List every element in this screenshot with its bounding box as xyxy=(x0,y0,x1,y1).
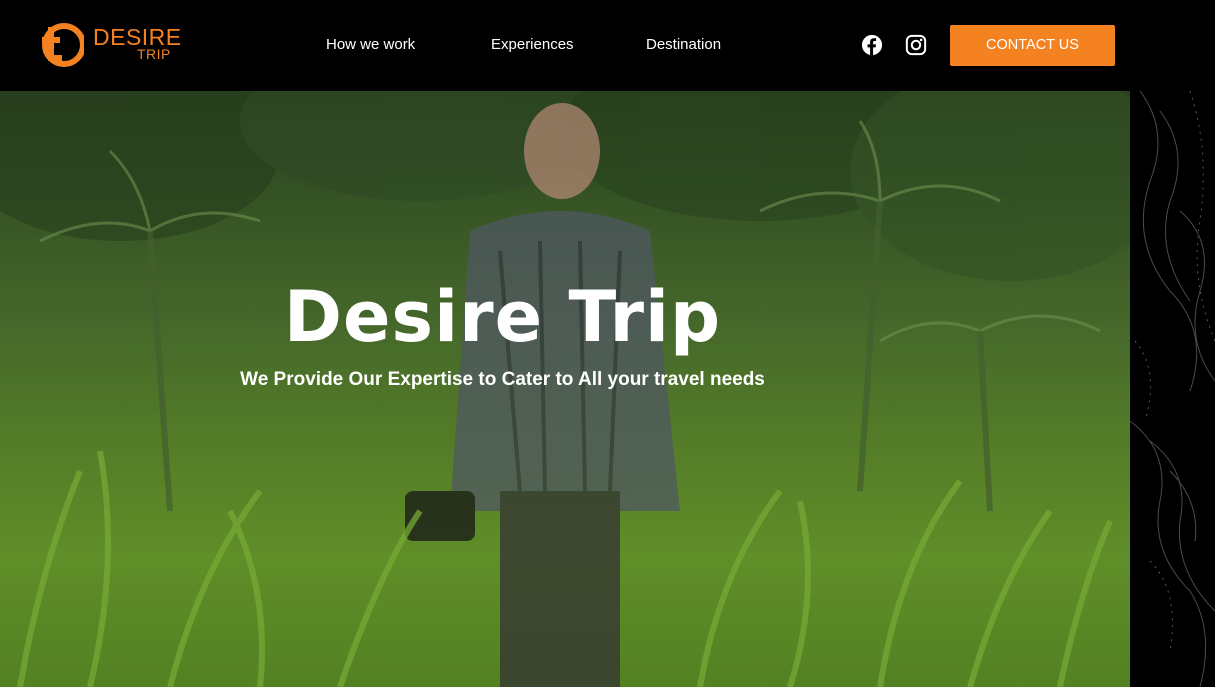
topographic-pattern xyxy=(1130,91,1215,687)
nav-how-we-work[interactable]: How we work xyxy=(326,35,415,55)
nav-experiences[interactable]: Experiences xyxy=(491,35,574,55)
nav-destination[interactable]: Destination xyxy=(646,35,721,55)
hero-subtitle: We Provide Our Expertise to Cater to All… xyxy=(240,369,765,390)
hero-banner: Desire Trip We Provide Our Expertise to … xyxy=(0,91,1130,687)
decorative-side-panel xyxy=(1130,91,1215,687)
logo-icon xyxy=(42,23,84,67)
contact-us-button[interactable]: CONTACT US xyxy=(950,25,1115,66)
facebook-icon[interactable] xyxy=(861,34,883,56)
site-header: DESIRE TRIP How we work Experiences Dest… xyxy=(0,0,1215,91)
logo-text-trip: TRIP xyxy=(137,46,171,62)
hero-title: Desire Trip xyxy=(283,276,722,358)
brand-logo[interactable]: DESIRE TRIP xyxy=(40,23,181,67)
instagram-icon[interactable] xyxy=(905,34,927,56)
